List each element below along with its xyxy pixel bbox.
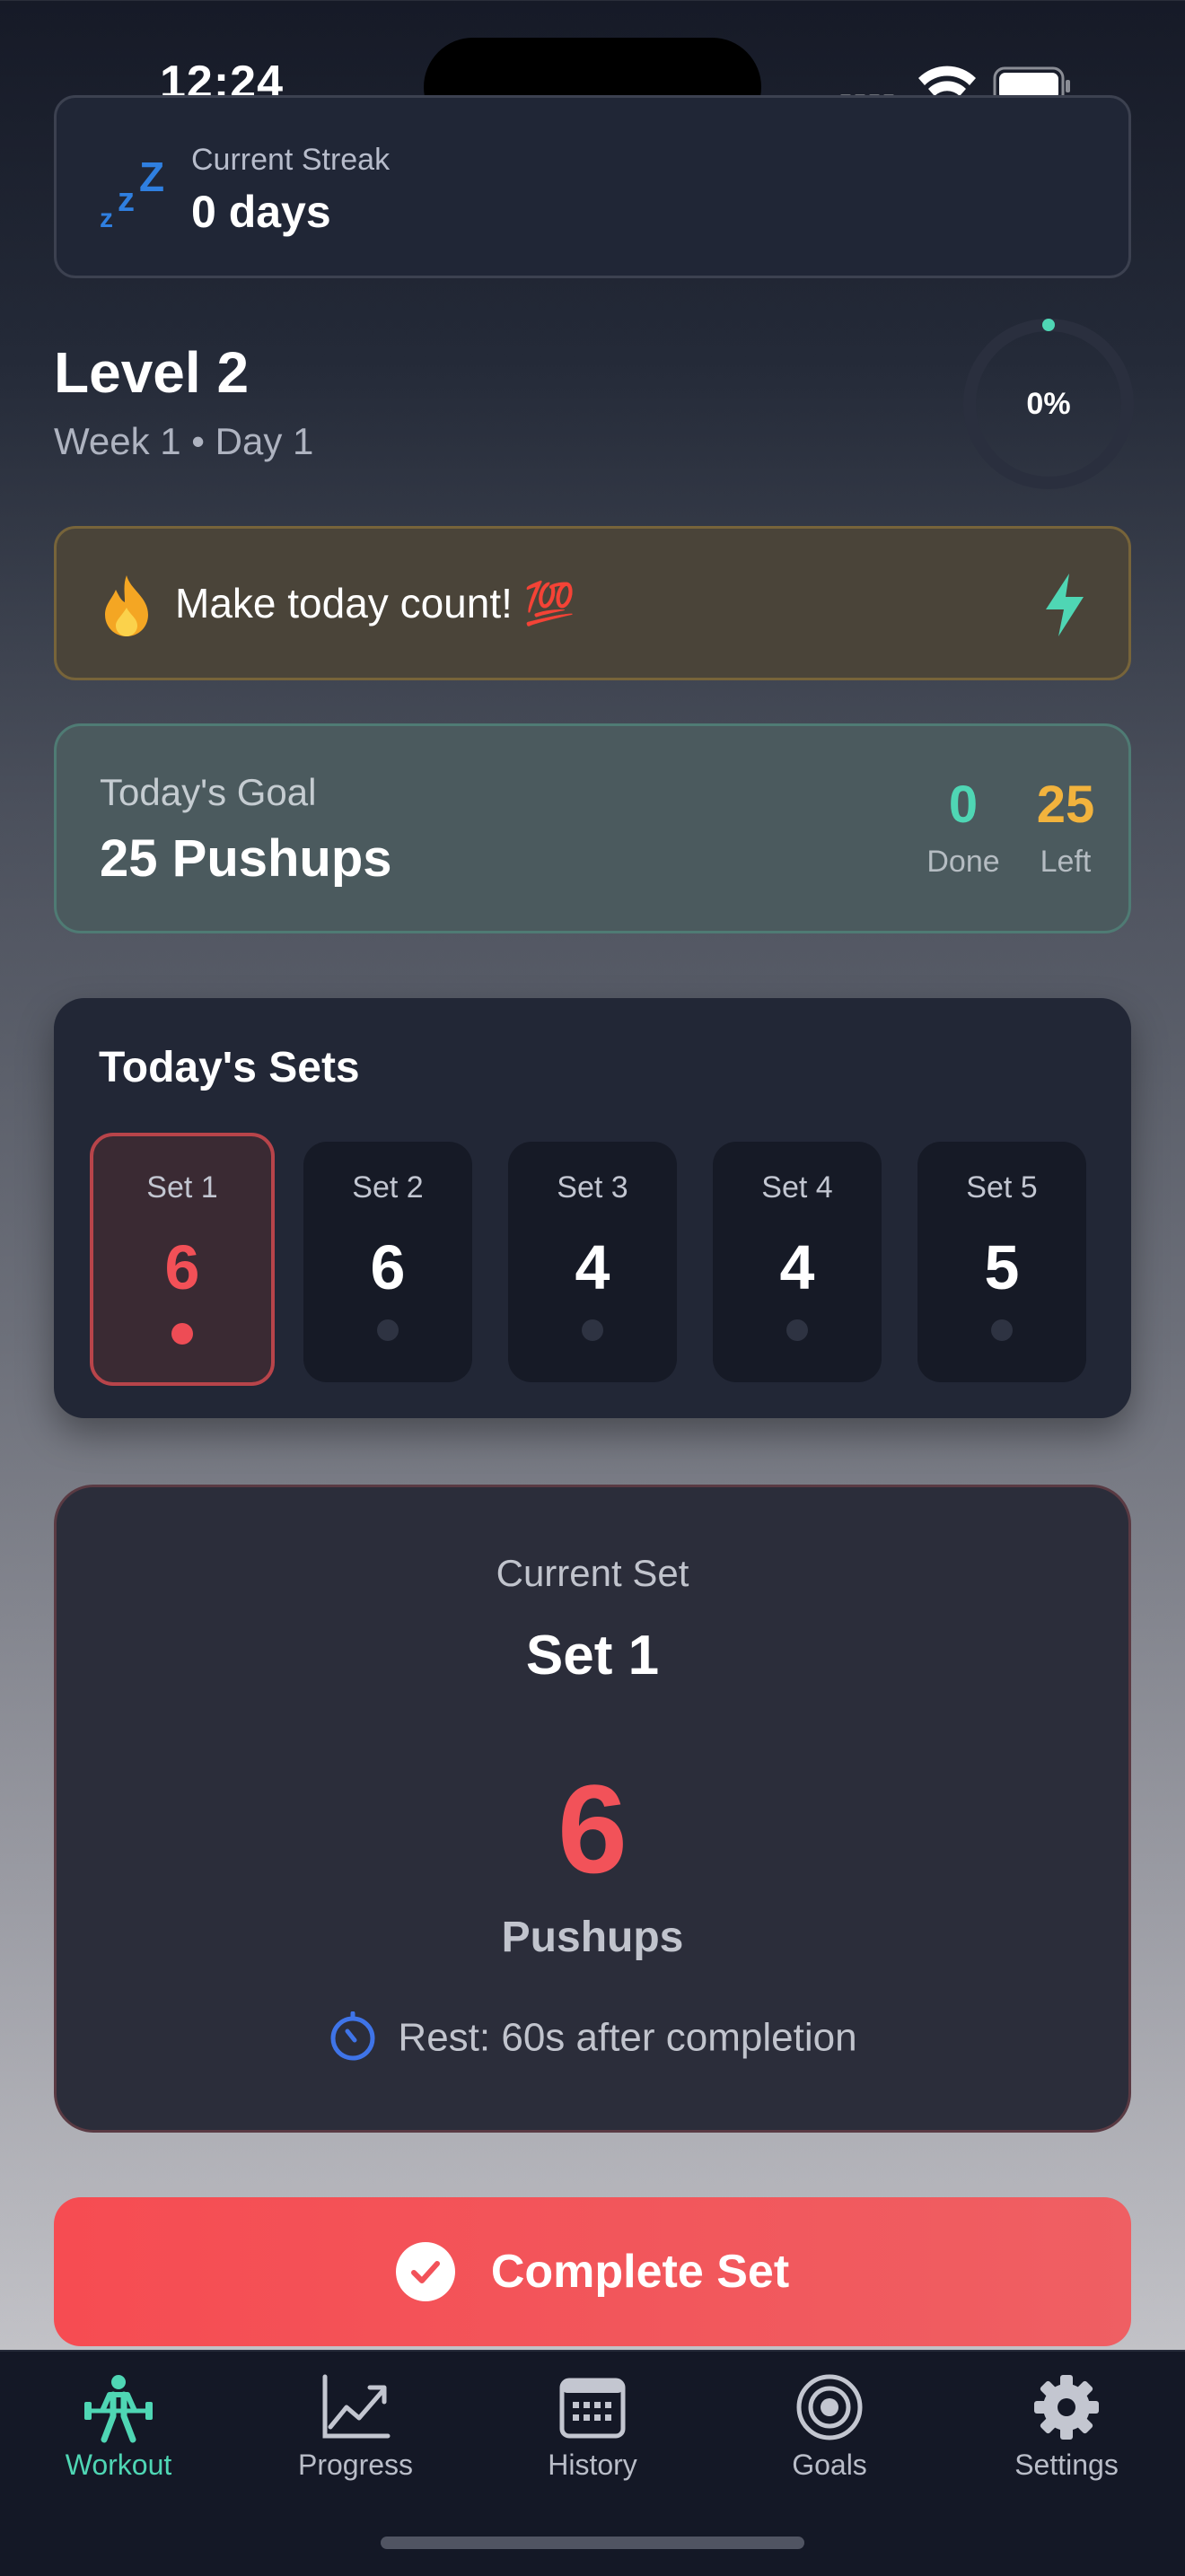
goal-left-label: Left: [1040, 845, 1092, 879]
complete-set-button[interactable]: Complete Set: [54, 2197, 1131, 2346]
streak-card: z z Z Current Streak 0 days: [54, 95, 1131, 278]
goal-label: Today's Goal: [100, 771, 317, 813]
tab-workout[interactable]: Workout: [0, 2352, 237, 2504]
tab-label: Workout: [65, 2449, 172, 2481]
level-title: Level 2: [54, 340, 250, 405]
rest-info: Rest: 60s after completion: [57, 2011, 1128, 2065]
complete-set-label: Complete Set: [490, 2246, 790, 2298]
set-status-dot: [991, 1319, 1013, 1341]
gear-icon: [1034, 2375, 1099, 2440]
tab-history[interactable]: History: [474, 2352, 711, 2504]
set-status-dot: [377, 1319, 399, 1341]
streak-value: 0 days: [191, 187, 331, 237]
set-status-dot: [786, 1319, 808, 1341]
target-icon: [796, 2374, 863, 2440]
tab-progress[interactable]: Progress: [237, 2352, 474, 2504]
level-subtitle: Week 1 • Day 1: [54, 420, 314, 462]
lightning-icon: [1046, 574, 1084, 636]
svg-text:z: z: [118, 181, 135, 219]
goal-done-value: 0: [948, 775, 979, 834]
set-tile-reps: 6: [164, 1232, 200, 1302]
set-tile-name: Set 3: [557, 1170, 628, 1205]
checkmark-circle-icon: [395, 2242, 455, 2301]
goal-done-stat: 0 Done: [900, 776, 1026, 880]
set-tile-2[interactable]: Set 2 6: [303, 1142, 472, 1382]
weightlifter-icon: [84, 2375, 153, 2443]
current-set-label: Current Set: [496, 1552, 689, 1594]
set-tile-reps: 4: [575, 1232, 610, 1302]
level-progress-ring: 0%: [959, 314, 1138, 494]
goal-left-stat: 25 Left: [1012, 776, 1119, 880]
timer-icon: [330, 2011, 375, 2061]
set-tile-name: Set 1: [146, 1170, 218, 1205]
set-tile-name: Set 2: [352, 1170, 424, 1205]
svg-text:z: z: [100, 204, 113, 231]
goal-value: 25 Pushups: [100, 829, 392, 888]
set-tile-name: Set 4: [761, 1170, 833, 1205]
tab-settings[interactable]: Settings: [948, 2352, 1185, 2504]
tab-goals[interactable]: Goals: [711, 2352, 948, 2504]
chart-icon: [322, 2374, 391, 2439]
set-tile-reps: 5: [984, 1232, 1020, 1302]
streak-label: Current Streak: [191, 143, 391, 177]
current-set-reps: 6: [557, 1758, 628, 1899]
todays-sets-card: Today's Sets Set 1 6 Set 2 6 Set 3 4 Set…: [54, 998, 1131, 1418]
tab-label: Settings: [1014, 2449, 1119, 2481]
svg-text:Z: Z: [139, 155, 164, 200]
set-status-dot: [582, 1319, 603, 1341]
set-tile-1[interactable]: Set 1 6: [90, 1133, 275, 1386]
tab-label: Goals: [792, 2449, 867, 2481]
set-tile-5[interactable]: Set 5 5: [917, 1142, 1086, 1382]
calendar-icon: [559, 2378, 626, 2439]
sets-title: Today's Sets: [99, 1044, 360, 1091]
set-tile-4[interactable]: Set 4 4: [713, 1142, 882, 1382]
motivation-text: Make today count! 💯: [175, 580, 575, 626]
current-set-name: Set 1: [525, 1625, 660, 1687]
set-tile-name: Set 5: [966, 1170, 1038, 1205]
tab-label: Progress: [297, 2449, 414, 2481]
level-progress-text: 0%: [1026, 387, 1071, 421]
tab-label: History: [548, 2449, 637, 2481]
set-tile-reps: 6: [370, 1232, 406, 1302]
current-set-card: Current Set Set 1 6 Pushups Rest: 60s af…: [54, 1485, 1131, 2133]
set-tile-3[interactable]: Set 3 4: [508, 1142, 677, 1382]
sleeping-zzz-icon: z z Z: [100, 155, 164, 231]
current-set-unit: Pushups: [501, 1914, 684, 1961]
rest-text: Rest: 60s after completion: [398, 2015, 857, 2060]
fire-icon: [105, 575, 148, 636]
goal-left-value: 25: [1036, 775, 1095, 834]
motivation-banner: Make today count! 💯: [54, 526, 1131, 680]
todays-goal-card: Today's Goal 25 Pushups 0 Done 25 Left: [54, 723, 1131, 933]
goal-done-label: Done: [926, 845, 1000, 879]
set-tile-reps: 4: [779, 1232, 815, 1302]
set-status-dot: [171, 1323, 193, 1345]
home-indicator[interactable]: [381, 2537, 804, 2549]
